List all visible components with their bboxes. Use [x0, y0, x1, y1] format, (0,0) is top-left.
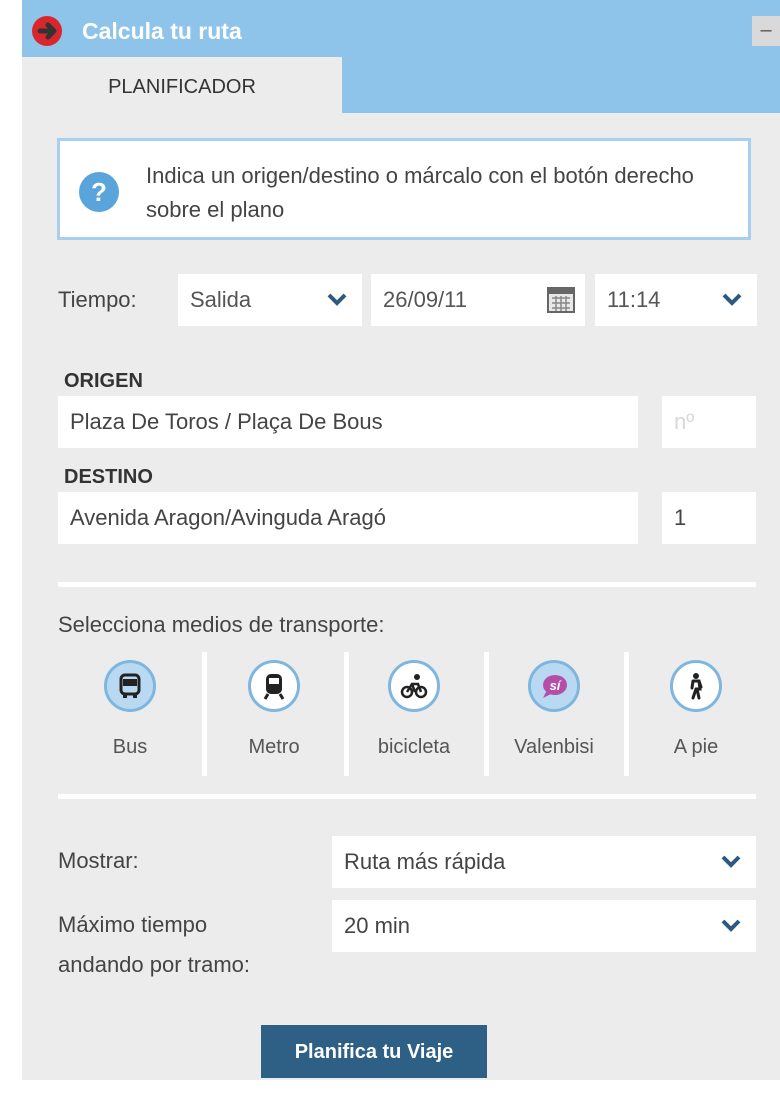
transport-title: Selecciona medios de transporte: — [58, 612, 385, 637]
mode-metro[interactable]: Metro — [210, 652, 338, 776]
chevron-down-icon — [721, 855, 741, 868]
mostrar-value: Ruta más rápida — [344, 849, 506, 874]
mode-walk[interactable]: A pie — [632, 652, 760, 776]
chevron-down-icon — [722, 293, 742, 306]
walking-time-select[interactable]: 20 min — [332, 900, 756, 952]
divider-top — [58, 582, 756, 587]
mostrar-select[interactable]: Ruta más rápida — [332, 836, 756, 888]
svg-text:sí: sí — [550, 678, 562, 693]
route-logo-icon — [32, 16, 62, 46]
mode-separator — [202, 652, 207, 776]
chevron-down-icon — [721, 919, 741, 932]
bus-icon — [119, 673, 141, 698]
metro-icon — [263, 674, 285, 700]
title-bar: Calcula tu ruta – — [22, 0, 780, 57]
divider-bottom — [58, 794, 756, 799]
transport-modes: Bus Metro bicicleta sí Valenbisi A pie — [58, 652, 756, 776]
mode-label: Valenbisi — [514, 736, 594, 758]
info-box: ? Indica un origen/destino o márcalo con… — [57, 138, 751, 240]
mode-label: Bus — [112, 736, 148, 758]
mode-separator — [344, 652, 349, 776]
chevron-down-icon — [327, 293, 347, 306]
mode-separator — [624, 652, 629, 776]
info-text: Indica un origen/destino o márcalo con e… — [146, 163, 694, 222]
svg-text:?: ? — [91, 177, 107, 207]
walk-icon — [690, 673, 703, 700]
calendar-icon[interactable] — [547, 286, 575, 314]
mode-label: bicicleta — [377, 736, 451, 758]
mode-valenbisi[interactable]: sí Valenbisi — [490, 652, 618, 776]
mode-label: A pie — [673, 736, 719, 758]
mostrar-label: Mostrar: — [58, 848, 139, 873]
walking-label-line2: andando por tramo: — [58, 952, 251, 977]
tiempo-label: Tiempo: — [58, 287, 137, 312]
tab-planificador[interactable]: PLANIFICADOR — [22, 57, 342, 113]
bicycle-icon — [400, 674, 428, 699]
date-value: 26/09/11 — [383, 287, 468, 312]
window-title: Calcula tu ruta — [82, 18, 242, 44]
mode-bus[interactable]: Bus — [66, 652, 194, 776]
date-field[interactable]: 26/09/11 — [371, 274, 585, 326]
plan-trip-button[interactable]: Planifica tu Viaje — [261, 1025, 487, 1078]
origen-number-input[interactable]: nº — [662, 396, 756, 448]
minimize-button[interactable]: – — [752, 16, 780, 46]
origen-input[interactable]: Plaza De Toros / Plaça De Bous — [58, 396, 638, 448]
departure-mode-value: Salida — [190, 287, 252, 312]
departure-mode-select[interactable]: Salida — [178, 274, 362, 326]
time-value: 11:14 — [607, 287, 661, 312]
route-planner-panel: Calcula tu ruta – PLANIFICADOR ? Indica … — [22, 0, 780, 1080]
destino-title: DESTINO — [64, 466, 153, 488]
walking-time-value: 20 min — [344, 913, 411, 938]
mode-separator — [484, 652, 489, 776]
destino-input[interactable]: Avenida Aragon/Avinguda Aragó — [58, 492, 638, 544]
destino-number-input[interactable]: 1 — [662, 492, 756, 544]
walking-label-line1: Máximo tiempo — [58, 912, 208, 937]
origen-title: ORIGEN — [64, 370, 143, 392]
help-icon: ? — [79, 172, 119, 212]
mode-label: Metro — [248, 736, 300, 758]
mode-bicycle[interactable]: bicicleta — [350, 652, 478, 776]
time-select[interactable]: 11:14 — [595, 274, 757, 326]
valenbisi-icon: sí — [543, 675, 567, 698]
tab-strip: PLANIFICADOR — [22, 57, 780, 113]
